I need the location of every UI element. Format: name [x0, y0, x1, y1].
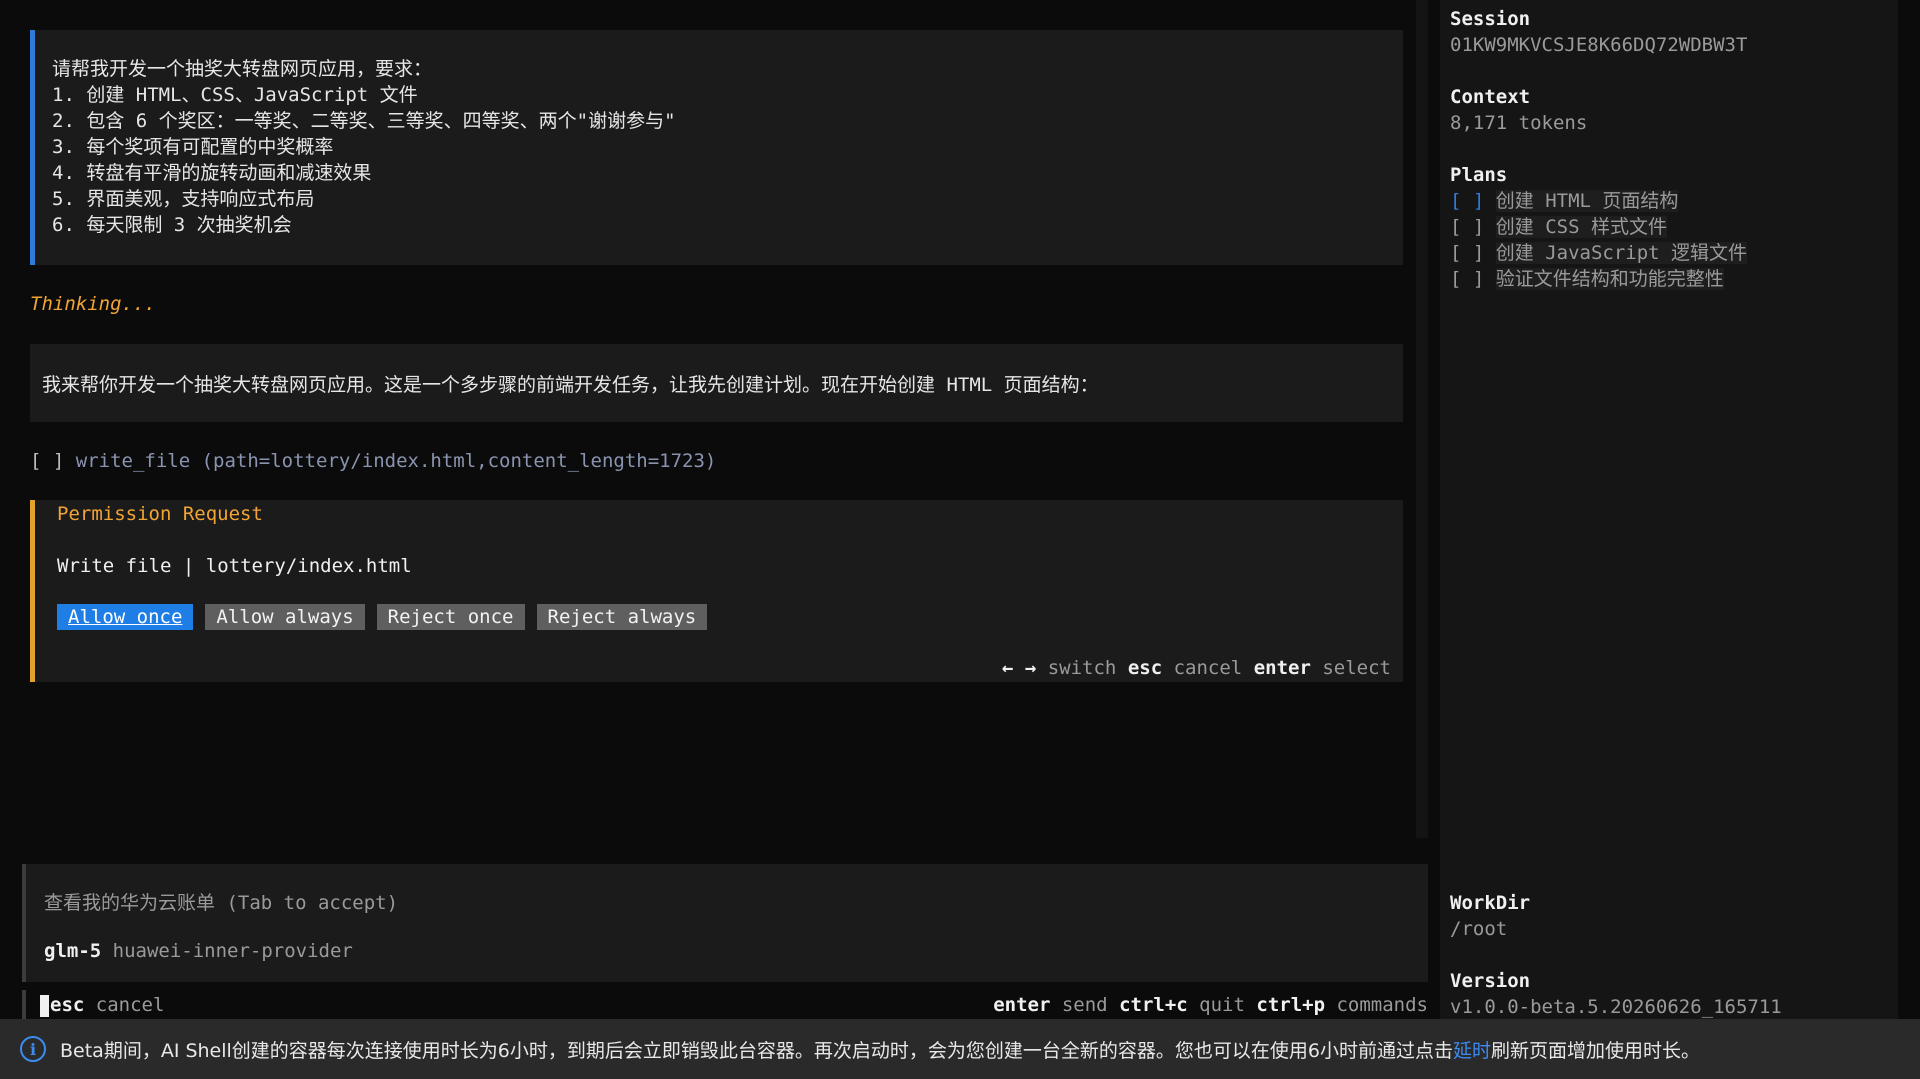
assistant-message: 我来帮你开发一个抽奖大转盘网页应用。这是一个多步骤的前端开发任务，让我先创建计划…: [30, 344, 1403, 422]
user-message-line: 请帮我开发一个抽奖大转盘网页应用，要求：: [52, 58, 433, 80]
status-right: enter send ctrl+c quit ctrl+p commands: [993, 990, 1428, 1020]
sidebar: Session 01KW9MKVCSJE8K66DQ72WDBW3T Conte…: [1440, 0, 1898, 1019]
ctrl-c-key: ctrl+c: [1119, 994, 1188, 1016]
permission-path: lottery/index.html: [205, 555, 412, 577]
input-suggestion: 查看我的华为云账单 (Tab to accept): [44, 892, 399, 914]
ctrl-p-key: ctrl+p: [1256, 994, 1326, 1016]
session-label: Session: [1450, 8, 1531, 30]
session-id: 01KW9MKVCSJE8K66DQ72WDBW3T: [1450, 34, 1748, 56]
workdir-path: /root: [1450, 918, 1508, 940]
scrollbar[interactable]: [1416, 0, 1428, 838]
plan-checkbox: [ ]: [1450, 268, 1485, 290]
quit-hint: quit: [1199, 994, 1245, 1016]
user-message-line: 2. 包含 6 个奖区：一等奖、二等奖、三等奖、四等奖、两个"谢谢参与": [52, 110, 676, 132]
banner-text-end: 刷新页面增加使用时长。: [1491, 1039, 1701, 1062]
user-message-line: 1. 创建 HTML、CSS、JavaScript 文件: [52, 84, 418, 106]
user-message-line: 6. 每天限制 3 次抽奖机会: [52, 214, 292, 236]
tool-call: [ ] write_file (path=lottery/index.html,…: [30, 450, 716, 472]
plan-item: [ ] 创建 CSS 样式文件: [1450, 214, 1747, 240]
esc-key: esc: [1127, 657, 1163, 679]
text-cursor: [40, 994, 49, 1017]
enter-key: enter: [993, 994, 1051, 1016]
commands-hint: commands: [1336, 994, 1428, 1016]
info-icon: i: [20, 1036, 46, 1062]
permission-separator: |: [182, 555, 195, 577]
arrows-key: ← →: [1001, 657, 1037, 679]
info-banner: i Beta期间，AI Shell创建的容器每次连接使用时长为6小时，到期后会立…: [0, 1019, 1920, 1079]
plan-item: [ ] 创建 JavaScript 逻辑文件: [1450, 240, 1748, 266]
reject-once-button[interactable]: Reject once: [376, 604, 525, 630]
provider-name: huawei-inner-provider: [112, 940, 353, 962]
permission-buttons: Allow once Allow always Reject once Reje…: [57, 604, 708, 630]
allow-once-button[interactable]: Allow once: [57, 604, 194, 630]
user-message-line: 3. 每个奖项有可配置的中奖概率: [52, 136, 334, 158]
user-message: 请帮我开发一个抽奖大转盘网页应用，要求： 1. 创建 HTML、CSS、Java…: [30, 30, 1403, 265]
cancel-hint: cancel: [95, 994, 165, 1016]
status-bar: esc cancel enter send ctrl+c quit ctrl+p…: [22, 990, 1428, 1020]
plan-text: 创建 JavaScript 逻辑文件: [1495, 242, 1748, 264]
permission-keyboard-hint: ← → switch esc cancel enter select: [1002, 657, 1391, 679]
plan-checkbox: [ ]: [1450, 242, 1485, 264]
plan-checkbox: [ ]: [1450, 190, 1485, 212]
plans-label: Plans: [1450, 164, 1508, 186]
status-left: esc cancel: [40, 990, 164, 1020]
context-label: Context: [1450, 86, 1531, 108]
plan-text: 验证文件结构和功能完整性: [1495, 268, 1724, 290]
context-tokens: 8,171 tokens: [1450, 112, 1588, 134]
user-message-line: 5. 界面美观，支持响应式布局: [52, 188, 315, 210]
terminal-app: 请帮我开发一个抽奖大转盘网页应用，要求： 1. 创建 HTML、CSS、Java…: [0, 0, 1920, 1079]
reject-always-button[interactable]: Reject always: [536, 604, 708, 630]
model-name: glm-5: [44, 940, 102, 962]
user-message-line: 4. 转盘有平滑的旋转动画和减速效果: [52, 162, 372, 184]
plan-text: 创建 CSS 样式文件: [1495, 216, 1667, 238]
tool-call-text: write_file (path=lottery/index.html,cont…: [75, 450, 717, 472]
allow-always-button[interactable]: Allow always: [205, 604, 365, 630]
plan-text: 创建 HTML 页面结构: [1495, 190, 1679, 212]
thinking-indicator: Thinking...: [30, 293, 156, 315]
banner-text: Beta期间，AI Shell创建的容器每次连接使用时长为6小时，到期后会立即销…: [60, 1039, 1453, 1062]
plan-item: [ ] 创建 HTML 页面结构: [1450, 188, 1747, 214]
model-info: glm-5 huawei-inner-provider: [44, 940, 353, 962]
cancel-hint: cancel: [1173, 657, 1243, 679]
permission-title: Permission Request: [57, 503, 263, 525]
extend-time-link[interactable]: 延时: [1453, 1036, 1491, 1063]
version-label: Version: [1450, 970, 1531, 992]
switch-hint: switch: [1047, 657, 1117, 679]
tool-call-checkbox: [ ]: [30, 450, 65, 472]
select-hint: select: [1322, 657, 1391, 679]
send-hint: send: [1061, 994, 1108, 1016]
version-value: v1.0.0-beta.5.20260626_165711: [1450, 996, 1782, 1018]
esc-key: esc: [50, 994, 85, 1016]
prompt-input[interactable]: 查看我的华为云账单 (Tab to accept) glm-5 huawei-i…: [22, 864, 1428, 982]
permission-target: Write file | lottery/index.html: [57, 555, 412, 577]
plans-list: [ ] 创建 HTML 页面结构 [ ] 创建 CSS 样式文件 [ ] 创建 …: [1450, 188, 1748, 292]
permission-request-panel: Permission Request Write file | lottery/…: [30, 500, 1403, 682]
enter-key: enter: [1253, 657, 1311, 679]
workdir-label: WorkDir: [1450, 892, 1531, 914]
plan-item: [ ] 验证文件结构和功能完整性: [1450, 266, 1747, 292]
plan-checkbox: [ ]: [1450, 216, 1485, 238]
permission-action: Write file: [57, 555, 172, 577]
